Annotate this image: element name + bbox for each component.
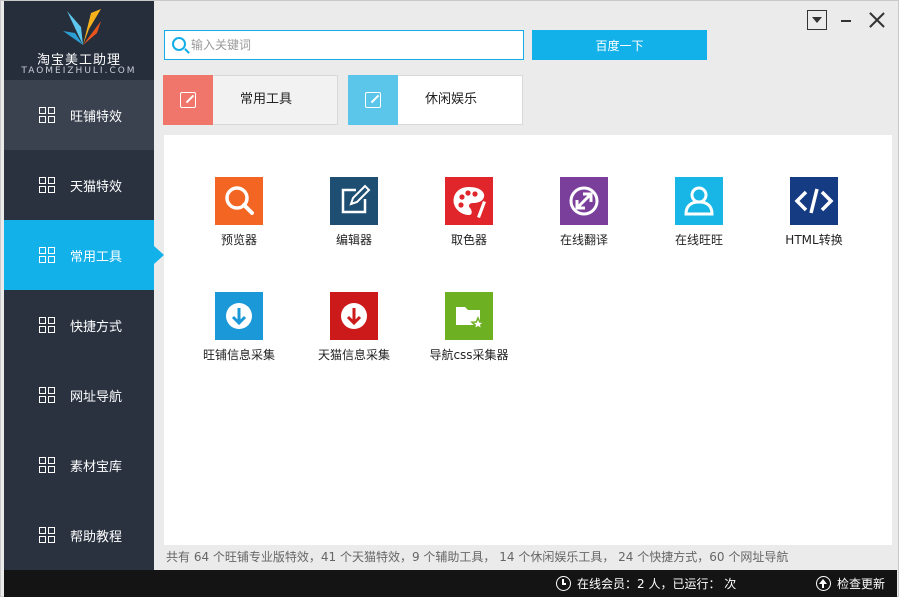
check-update-button[interactable]: 检查更新	[816, 575, 885, 592]
palette-icon	[445, 177, 493, 225]
sidebar-item-tools[interactable]: 常用工具	[4, 220, 164, 290]
tool-translate[interactable]: 在线翻译	[529, 177, 639, 248]
stats-summary: 共有 64 个旺铺专业版特效，41 个天猫特效，9 个辅助工具， 14 个休闲娱…	[166, 550, 789, 564]
tab-common-tools[interactable]: 常用工具	[163, 75, 338, 125]
grid-icon	[39, 527, 55, 543]
sidebar-item-label: 快捷方式	[70, 319, 123, 335]
sidebar-item-help[interactable]: 帮助教程	[4, 500, 154, 570]
folder-star-icon	[445, 292, 493, 340]
sidebar-item-label: 天猫特效	[70, 179, 123, 195]
grid-icon	[39, 457, 55, 473]
sidebar-item-shortcuts[interactable]: 快捷方式	[4, 290, 154, 360]
sidebar-item-label: 旺铺特效	[70, 109, 123, 125]
online-status: 在线会员：2 人，已运行： 次	[556, 575, 736, 592]
app-subtitle: TAOMEIZHULI.COM	[21, 66, 137, 76]
close-button[interactable]	[867, 10, 887, 30]
download-icon	[215, 292, 263, 340]
sidebar-item-wangpu[interactable]: 旺铺特效	[4, 80, 154, 150]
tool-label: 导航css采集器	[429, 348, 509, 362]
tab-label: 休闲娱乐	[424, 92, 477, 107]
download-icon	[330, 292, 378, 340]
butterfly-logo-icon	[63, 9, 101, 45]
tool-css-collector[interactable]: 导航css采集器	[414, 292, 524, 363]
tool-wangwang[interactable]: 在线旺旺	[644, 177, 754, 248]
grid-icon	[39, 247, 55, 263]
edit-icon	[163, 75, 213, 125]
tools-panel: 预览器 编辑器 取色器 在线翻译 在线旺旺 HTML转换 旺铺信息采集 天猫信息…	[164, 135, 892, 545]
app-logo: 淘宝美工助理 TAOMEIZHULI.COM	[4, 1, 154, 81]
tool-html-convert[interactable]: HTML转换	[759, 177, 869, 248]
upload-arrow-icon	[816, 576, 831, 591]
translate-icon	[560, 177, 608, 225]
sidebar: 淘宝美工助理 TAOMEIZHULI.COM 旺铺特效 天猫特效 常用工具 快捷…	[4, 1, 164, 570]
tool-editor[interactable]: 编辑器	[299, 177, 409, 248]
sidebar-item-links[interactable]: 网址导航	[4, 360, 154, 430]
edit-icon	[348, 75, 398, 125]
tab-leisure[interactable]: 休闲娱乐	[348, 75, 523, 125]
status-bar: 在线会员：2 人，已运行： 次 检查更新	[4, 570, 897, 597]
grid-icon	[39, 107, 55, 123]
tool-label: HTML转换	[785, 233, 843, 247]
tab-label: 常用工具	[239, 92, 292, 107]
code-icon	[790, 177, 838, 225]
sidebar-item-label: 素材宝库	[70, 459, 123, 475]
tool-tmall-collector[interactable]: 天猫信息采集	[299, 292, 409, 363]
sidebar-item-label: 网址导航	[70, 389, 123, 405]
online-status-text: 在线会员：2 人，已运行： 次	[577, 577, 737, 591]
tool-wangpu-collector[interactable]: 旺铺信息采集	[184, 292, 294, 363]
minimize-button[interactable]	[839, 10, 853, 30]
magnifier-icon	[215, 177, 263, 225]
grid-icon	[39, 387, 55, 403]
sidebar-item-assets[interactable]: 素材宝库	[4, 430, 154, 500]
tool-label: 在线翻译	[559, 233, 608, 247]
search-box	[164, 30, 524, 60]
sidebar-item-label: 常用工具	[70, 249, 123, 265]
tool-label: 在线旺旺	[674, 233, 723, 247]
edit-icon	[330, 177, 378, 225]
app-window: 淘宝美工助理 TAOMEIZHULI.COM 旺铺特效 天猫特效 常用工具 快捷…	[0, 0, 899, 597]
tool-label: 取色器	[450, 233, 487, 247]
tool-previewer[interactable]: 预览器	[184, 177, 294, 248]
clock-icon	[556, 576, 571, 591]
tool-color-picker[interactable]: 取色器	[414, 177, 524, 248]
search-icon	[172, 37, 186, 51]
baidu-search-button[interactable]: 百度一下	[532, 30, 707, 60]
user-icon	[675, 177, 723, 225]
tool-label: 旺铺信息采集	[202, 348, 275, 362]
dropdown-menu-button[interactable]	[807, 10, 827, 30]
search-input[interactable]	[191, 31, 521, 59]
sidebar-item-label: 帮助教程	[70, 529, 123, 545]
tool-label: 预览器	[220, 233, 257, 247]
tool-label: 天猫信息采集	[317, 348, 390, 362]
sidebar-item-tmall[interactable]: 天猫特效	[4, 150, 154, 220]
tool-label: 编辑器	[335, 233, 372, 247]
grid-icon	[39, 177, 55, 193]
grid-icon	[39, 317, 55, 333]
check-update-label: 检查更新	[837, 577, 886, 591]
